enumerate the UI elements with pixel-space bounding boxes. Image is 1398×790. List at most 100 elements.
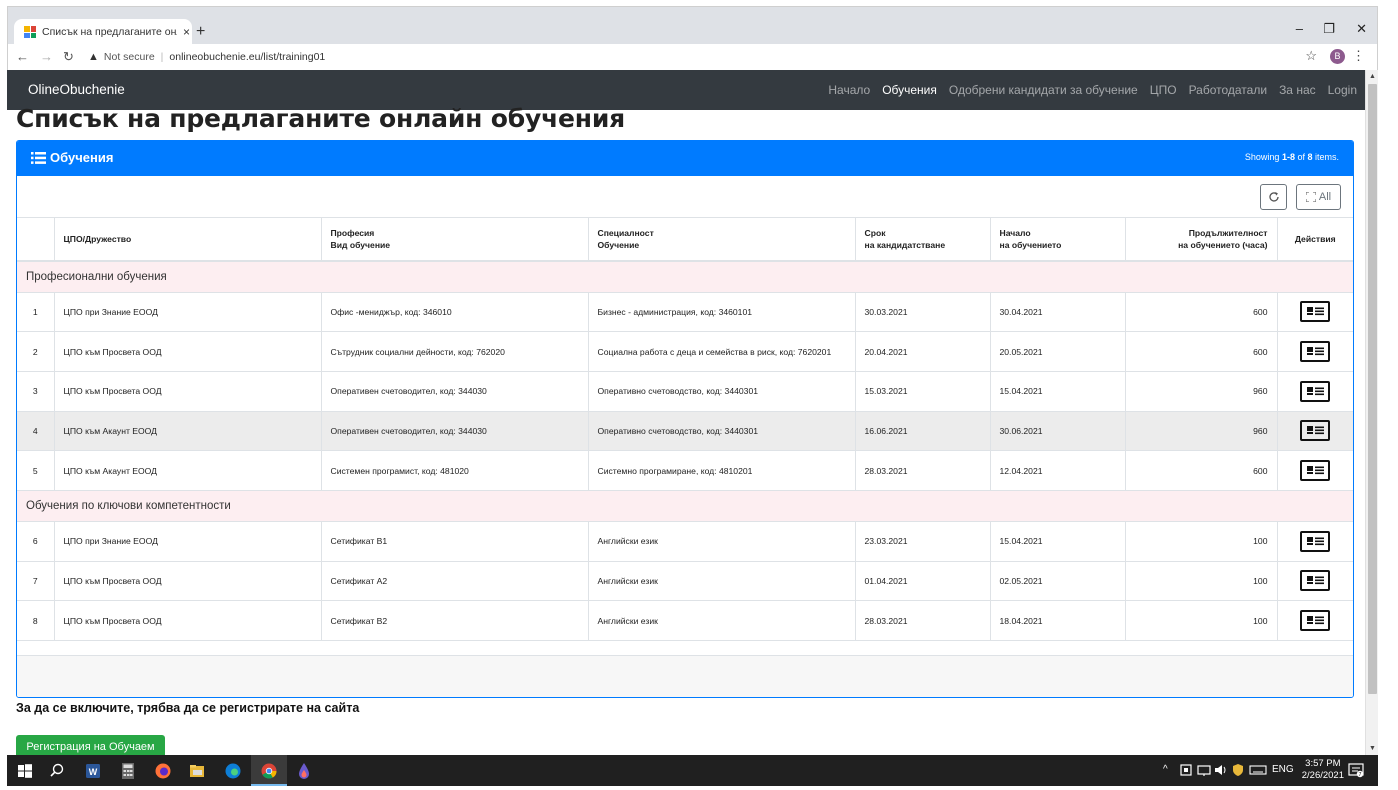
taskbar-clock[interactable]: 3:57 PM 2/26/2021	[1302, 758, 1344, 782]
header-profession[interactable]: Професия Вид обучение	[321, 218, 589, 262]
header-specialty[interactable]: Специалност Обучение	[588, 218, 856, 262]
id-card-icon	[1307, 536, 1325, 545]
table-row[interactable]: 2 ЦПО към Просвета ООД Сътрудник социални …	[17, 331, 1353, 372]
not-secure-label: Not secure	[103, 51, 155, 63]
tray-chevron-icon[interactable]: ^	[1163, 764, 1168, 775]
group-row: Професионални обучения	[17, 261, 1353, 293]
nav-employers[interactable]: Работодатали	[1189, 83, 1268, 97]
notification-icon[interactable]: 7	[1347, 761, 1365, 779]
tab-close-icon[interactable]: ×	[183, 25, 190, 39]
windows-start-icon[interactable]	[15, 761, 35, 781]
grid-footer	[17, 655, 1353, 697]
row-number: 2	[17, 331, 55, 372]
keyboard-icon[interactable]	[1249, 762, 1267, 778]
volume-icon[interactable]	[1214, 762, 1228, 778]
cell-company: ЦПО към Просвета ООД	[54, 600, 322, 641]
network-icon[interactable]	[1197, 762, 1211, 778]
nav-login[interactable]: Login	[1328, 83, 1357, 97]
id-card-icon	[1307, 426, 1325, 435]
nav-home[interactable]: Начало	[828, 83, 870, 97]
input-language[interactable]: ENG	[1272, 764, 1294, 775]
site-brand[interactable]: OlineObuchenie	[28, 82, 125, 97]
file-explorer-icon[interactable]	[187, 761, 207, 781]
table-row[interactable]: 4 ЦПО към Акаунт ЕООД Оперативен счетоводи…	[17, 411, 1353, 452]
table-row[interactable]: 6 ЦПО при Знание ЕООД Сетификат B1 Английск…	[17, 521, 1353, 562]
new-tab-button[interactable]: +	[196, 23, 205, 41]
view-details-button[interactable]	[1300, 420, 1331, 442]
word-icon[interactable]: W	[83, 761, 103, 781]
row-number: 1	[17, 292, 55, 333]
scroll-up-icon[interactable]: ▲	[1369, 73, 1376, 80]
forward-arrow-icon[interactable]: →	[40, 49, 53, 64]
group-row: Обучения по ключови компетентности	[17, 490, 1353, 522]
nav-trainings[interactable]: Обучения	[882, 83, 937, 97]
cell-actions	[1277, 600, 1353, 641]
browser-tabbar: Списък на предлаганите онлайн × + – ❐ ✕	[7, 6, 1378, 45]
edge-icon[interactable]	[223, 761, 243, 781]
view-details-button[interactable]	[1300, 570, 1331, 592]
table-row[interactable]: 5 ЦПО към Акаунт ЕООД Системен програмист,…	[17, 450, 1353, 491]
profile-avatar[interactable]: B	[1330, 49, 1345, 64]
view-details-button[interactable]	[1300, 341, 1331, 363]
scrollbar-thumb[interactable]	[1368, 84, 1377, 694]
view-details-button[interactable]	[1300, 610, 1331, 632]
cell-duration: 960	[1125, 371, 1278, 412]
view-details-button[interactable]	[1300, 460, 1331, 482]
cell-deadline: 01.04.2021	[855, 561, 991, 602]
toggle-all-button[interactable]: All	[1296, 184, 1341, 210]
nav-about[interactable]: За нас	[1279, 83, 1316, 97]
browser-tab[interactable]: Списък на предлаганите онлайн ×	[14, 19, 192, 45]
cell-actions	[1277, 331, 1353, 372]
search-icon[interactable]	[47, 761, 67, 781]
browser-menu-icon[interactable]: ⋮	[1352, 48, 1365, 64]
header-deadline[interactable]: Срок на кандидатстване	[855, 218, 991, 262]
trainings-grid-card: Обучения Showing 1-8 of 8 items. All ЦПО…	[16, 140, 1354, 698]
calculator-icon[interactable]	[118, 761, 138, 781]
page-scrollbar[interactable]: ▲ ▼	[1365, 70, 1378, 755]
header-deadline-label: Срок	[864, 227, 886, 238]
nav-approved-candidates[interactable]: Одобрени кандидати за обучение	[949, 83, 1138, 97]
paint-drop-icon[interactable]	[294, 761, 314, 781]
cell-duration: 100	[1125, 561, 1278, 602]
cell-deadline: 30.03.2021	[855, 292, 991, 333]
cell-deadline: 28.03.2021	[855, 600, 991, 641]
header-start-label: Начало	[999, 227, 1031, 238]
table-row[interactable]: 3 ЦПО към Просвета ООД Оперативен счетовод…	[17, 371, 1353, 412]
cell-duration: 960	[1125, 411, 1278, 452]
cell-start: 20.05.2021	[990, 331, 1126, 372]
minimize-button[interactable]: –	[1296, 21, 1303, 36]
scroll-down-icon[interactable]: ▼	[1369, 745, 1376, 752]
table-row[interactable]: 8 ЦПО към Просвета ООД Сетификат B2 Английс…	[17, 600, 1353, 641]
header-duration[interactable]: Продължителност на обучението (часа)	[1125, 218, 1278, 262]
firefox-icon[interactable]	[153, 761, 173, 781]
close-window-button[interactable]: ✕	[1356, 21, 1367, 37]
view-details-button[interactable]	[1300, 530, 1331, 552]
url-field[interactable]: ▲ Not secure | onlineobuchenie.eu/list/t…	[88, 46, 325, 68]
view-details-button[interactable]	[1300, 380, 1331, 402]
header-start-sub: на обучението	[999, 240, 1062, 250]
chrome-taskbar-item[interactable]	[251, 755, 287, 786]
table-row[interactable]: 1 ЦПО при Знание ЕООД Офис -мениджър, код:…	[17, 292, 1353, 333]
security-icon[interactable]	[1231, 762, 1245, 778]
table-row[interactable]: 7 ЦПО към Просвета ООД Сетификат А2 Английс…	[17, 561, 1353, 602]
view-details-button[interactable]	[1300, 301, 1331, 323]
cell-specialty: Бизнес - администрация, код: 3460101	[588, 292, 856, 333]
reload-icon[interactable]: ↻	[63, 49, 74, 65]
tray-app-icon[interactable]	[1179, 762, 1193, 778]
nav-cpo[interactable]: ЦПО	[1150, 83, 1177, 97]
cell-specialty: Оперативно счетоводство, код: 3440301	[588, 411, 856, 452]
cell-start: 15.04.2021	[990, 371, 1126, 412]
refresh-button[interactable]	[1260, 184, 1287, 210]
cell-company: ЦПО към Просвета ООД	[54, 331, 322, 372]
back-arrow-icon[interactable]: ←	[16, 49, 29, 64]
cell-deadline: 16.06.2021	[855, 411, 991, 452]
cell-deadline: 28.03.2021	[855, 450, 991, 491]
row-number: 3	[17, 371, 55, 412]
cell-start: 12.04.2021	[990, 450, 1126, 491]
restore-button[interactable]: ❐	[1323, 21, 1335, 37]
header-duration-sub: на обучението (часа)	[1178, 240, 1268, 250]
bookmark-star-icon[interactable]: ☆	[1305, 48, 1317, 64]
header-start[interactable]: Начало на обучението	[990, 218, 1126, 262]
header-company[interactable]: ЦПО/Дружество	[54, 218, 322, 262]
url-text: onlineobuchenie.eu/list/training01	[169, 51, 326, 63]
